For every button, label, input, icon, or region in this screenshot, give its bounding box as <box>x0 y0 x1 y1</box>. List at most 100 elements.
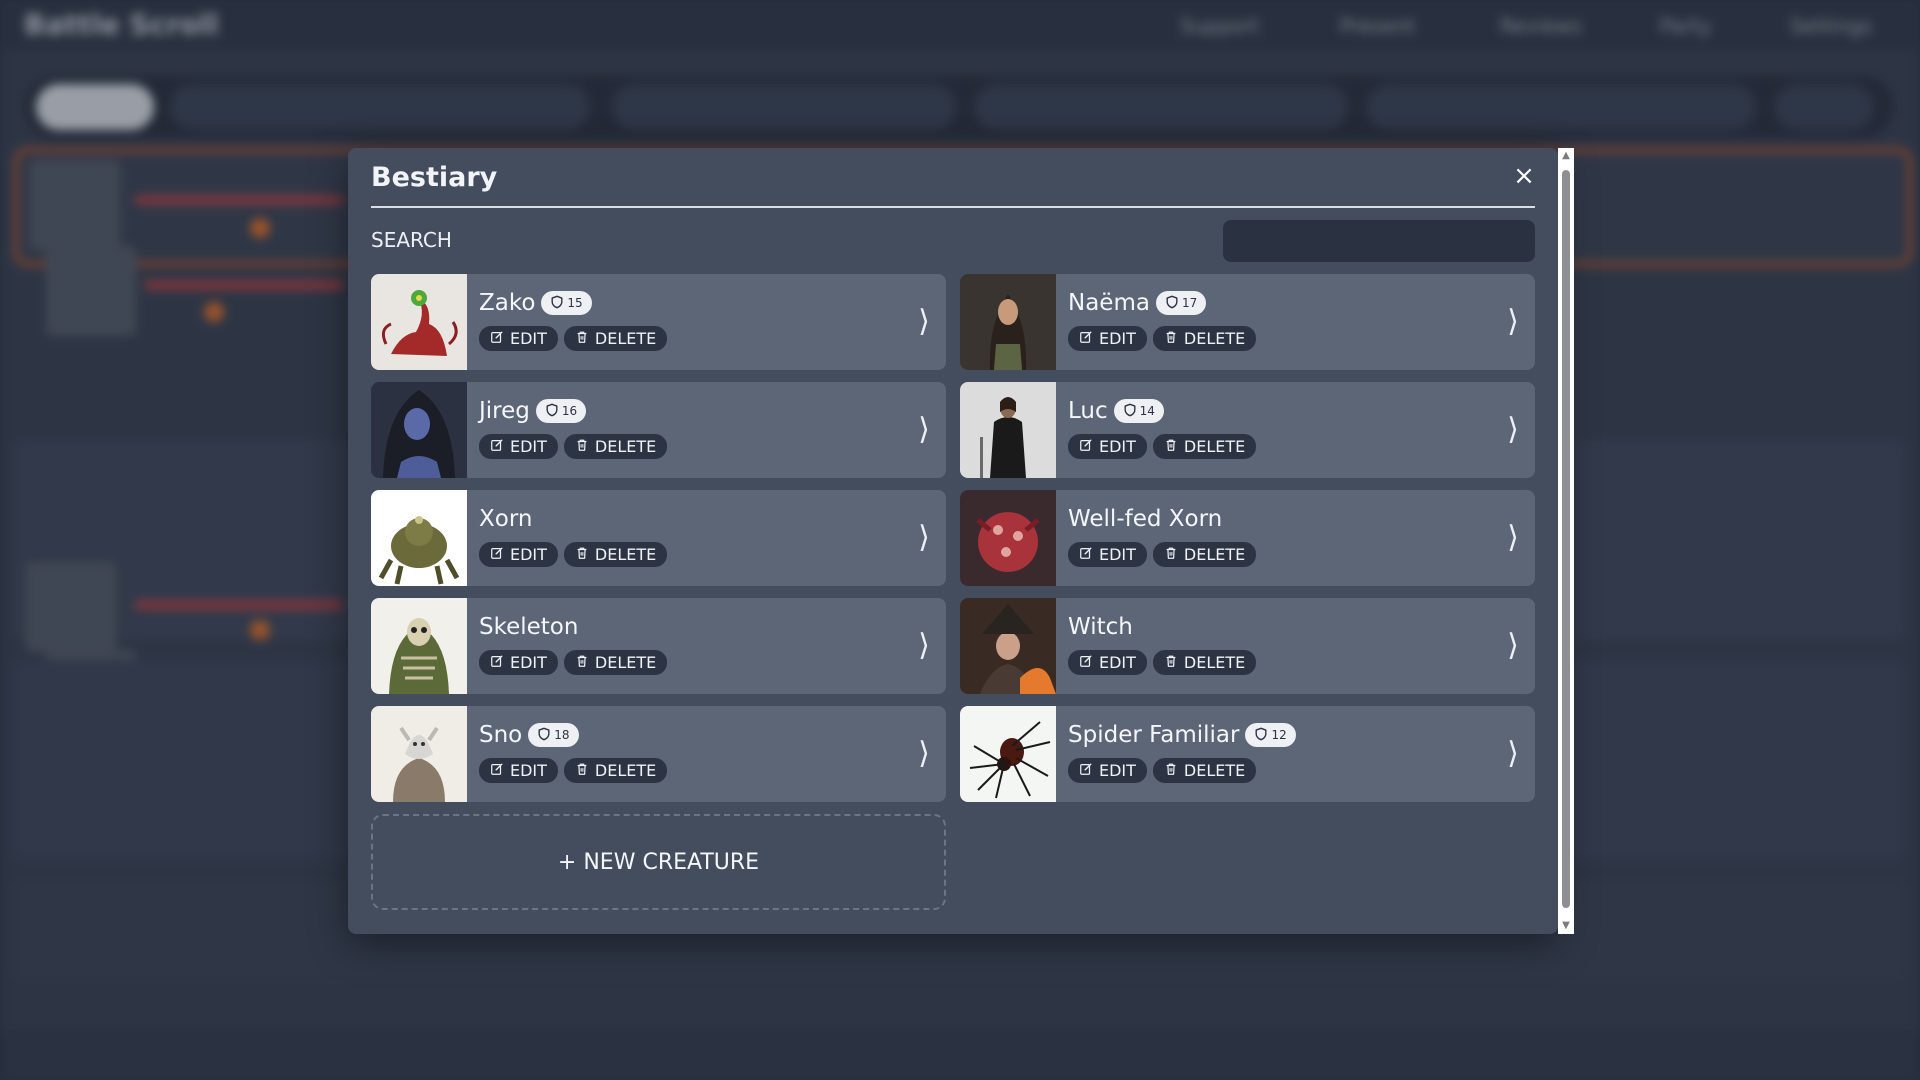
armor-class-value: 17 <box>1181 296 1198 310</box>
delete-label: DELETE <box>594 329 657 348</box>
creature-card[interactable]: Well-fed Xorn EDIT DELETE ⟩ <box>960 490 1535 586</box>
creature-portrait <box>960 598 1056 694</box>
edit-icon <box>490 437 504 456</box>
creature-card[interactable]: Witch EDIT DELETE ⟩ <box>960 598 1535 694</box>
creature-actions: EDIT DELETE <box>1068 434 1257 459</box>
trash-icon <box>1164 545 1178 564</box>
chevron-right-icon[interactable]: ⟩ <box>914 626 934 666</box>
creature-portrait-art <box>371 706 467 802</box>
edit-button[interactable]: EDIT <box>1068 650 1147 675</box>
creature-portrait <box>371 490 467 586</box>
chevron-right-icon[interactable]: ⟩ <box>1503 626 1523 666</box>
delete-label: DELETE <box>594 437 657 456</box>
creature-card[interactable]: Sno 18 EDIT DELETE ⟩ <box>371 706 946 802</box>
creature-header: Luc 14 <box>1068 396 1164 426</box>
shield-icon <box>550 295 564 312</box>
chevron-right-icon[interactable]: ⟩ <box>914 518 934 558</box>
creature-header: Spider Familiar 12 <box>1068 720 1296 750</box>
scroll-up-icon[interactable]: ▲ <box>1560 150 1572 162</box>
creature-card[interactable]: Xorn EDIT DELETE ⟩ <box>371 490 946 586</box>
creature-grid: Zako 15 EDIT DELETE ⟩ Naëma 17 EDIT DELE… <box>371 274 1535 802</box>
edit-button[interactable]: EDIT <box>479 326 558 351</box>
bestiary-modal: Bestiary × SEARCH Zako 15 EDIT DELETE ⟩ … <box>348 148 1558 934</box>
creature-header: Skeleton <box>479 612 578 642</box>
edit-label: EDIT <box>1099 545 1136 564</box>
armor-class-value: 18 <box>554 728 570 742</box>
creature-portrait-art <box>371 274 467 370</box>
creature-actions: EDIT DELETE <box>479 542 668 567</box>
edit-button[interactable]: EDIT <box>1068 758 1147 783</box>
chevron-right-icon[interactable]: ⟩ <box>1503 734 1523 774</box>
creature-header: Naëma 17 <box>1068 288 1207 318</box>
edit-button[interactable]: EDIT <box>1068 434 1147 459</box>
creature-portrait-art <box>371 598 467 694</box>
creature-card[interactable]: Zako 15 EDIT DELETE ⟩ <box>371 274 946 370</box>
delete-button[interactable]: DELETE <box>563 326 668 351</box>
modal-scrollbar[interactable]: ▲ ▼ <box>1558 148 1574 934</box>
creature-card[interactable]: Luc 14 EDIT DELETE ⟩ <box>960 382 1535 478</box>
edit-button[interactable]: EDIT <box>479 758 558 783</box>
delete-label: DELETE <box>594 761 657 780</box>
creature-portrait-art <box>371 490 467 586</box>
armor-class-badge: 16 <box>535 399 587 423</box>
delete-button[interactable]: DELETE <box>563 434 668 459</box>
edit-button[interactable]: EDIT <box>1068 542 1147 567</box>
edit-button[interactable]: EDIT <box>479 650 558 675</box>
creature-portrait <box>371 706 467 802</box>
delete-label: DELETE <box>1183 329 1246 348</box>
edit-icon <box>1079 437 1093 456</box>
edit-label: EDIT <box>510 437 547 456</box>
new-creature-button[interactable]: + NEW CREATURE <box>371 814 946 910</box>
edit-label: EDIT <box>510 329 547 348</box>
delete-button[interactable]: DELETE <box>1152 650 1257 675</box>
creature-name: Sno <box>479 722 523 748</box>
chevron-right-icon[interactable]: ⟩ <box>914 302 934 342</box>
armor-class-badge: 18 <box>528 723 579 747</box>
chevron-right-icon[interactable]: ⟩ <box>1503 410 1523 450</box>
delete-label: DELETE <box>594 545 657 564</box>
delete-button[interactable]: DELETE <box>1152 542 1257 567</box>
armor-class-value: 12 <box>1271 728 1287 742</box>
chevron-right-icon[interactable]: ⟩ <box>1503 302 1523 342</box>
creature-header: Well-fed Xorn <box>1068 504 1222 534</box>
delete-button[interactable]: DELETE <box>563 650 668 675</box>
delete-button[interactable]: DELETE <box>563 758 668 783</box>
creature-name: Spider Familiar <box>1068 722 1240 748</box>
close-button[interactable]: × <box>1508 160 1540 192</box>
chevron-right-icon[interactable]: ⟩ <box>1503 518 1523 558</box>
trash-icon <box>1164 653 1178 672</box>
edit-icon <box>490 761 504 780</box>
edit-label: EDIT <box>510 653 547 672</box>
chevron-right-icon[interactable]: ⟩ <box>914 734 934 774</box>
search-input[interactable] <box>1223 220 1535 262</box>
delete-button[interactable]: DELETE <box>563 542 668 567</box>
delete-label: DELETE <box>1183 545 1246 564</box>
modal-title: Bestiary <box>371 162 498 193</box>
scroll-down-icon[interactable]: ▼ <box>1560 920 1572 932</box>
edit-label: EDIT <box>510 761 547 780</box>
edit-label: EDIT <box>1099 653 1136 672</box>
creature-header: Jireg 16 <box>479 396 587 426</box>
edit-button[interactable]: EDIT <box>479 542 558 567</box>
shield-icon <box>1165 295 1179 312</box>
trash-icon <box>575 761 589 780</box>
trash-icon <box>1164 329 1178 348</box>
armor-class-value: 16 <box>561 404 578 418</box>
creature-portrait-art <box>960 274 1056 370</box>
creature-card[interactable]: Naëma 17 EDIT DELETE ⟩ <box>960 274 1535 370</box>
creature-card[interactable]: Jireg 16 EDIT DELETE ⟩ <box>371 382 946 478</box>
trash-icon <box>575 653 589 672</box>
shield-icon <box>1254 727 1268 744</box>
creature-actions: EDIT DELETE <box>1068 326 1257 351</box>
delete-button[interactable]: DELETE <box>1152 758 1257 783</box>
creature-card[interactable]: Spider Familiar 12 EDIT DELETE ⟩ <box>960 706 1535 802</box>
creature-name: Xorn <box>479 506 533 532</box>
edit-button[interactable]: EDIT <box>1068 326 1147 351</box>
creature-card[interactable]: Skeleton EDIT DELETE ⟩ <box>371 598 946 694</box>
delete-button[interactable]: DELETE <box>1152 434 1257 459</box>
delete-button[interactable]: DELETE <box>1152 326 1257 351</box>
edit-label: EDIT <box>1099 329 1136 348</box>
chevron-right-icon[interactable]: ⟩ <box>914 410 934 450</box>
scroll-thumb[interactable] <box>1562 170 1570 908</box>
edit-button[interactable]: EDIT <box>479 434 558 459</box>
